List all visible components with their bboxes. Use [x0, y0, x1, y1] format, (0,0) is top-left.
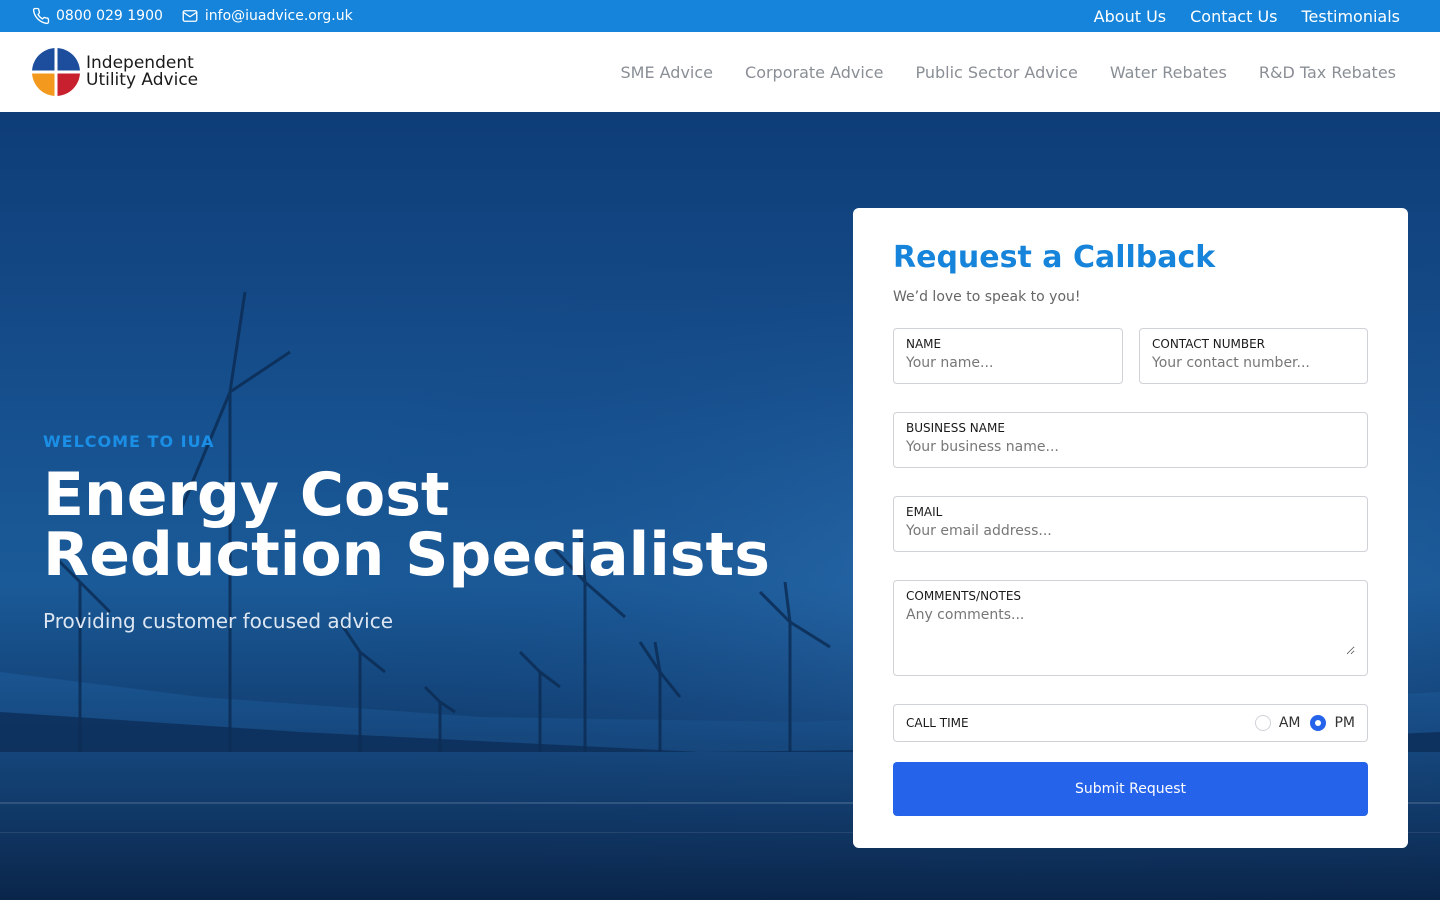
email-address: info@iuadvice.org.uk — [204, 8, 353, 24]
phone-number: 0800 029 1900 — [56, 8, 163, 24]
am-label: AM — [1278, 715, 1301, 731]
contact-number-label: CONTACT NUMBER — [1152, 337, 1265, 351]
call-time-am-option[interactable]: AM — [1254, 715, 1301, 731]
nav-rd-tax-rebates[interactable]: R&D Tax Rebates — [1259, 63, 1396, 82]
hero-subtitle: Providing customer focused advice — [43, 609, 394, 633]
email-label: EMAIL — [906, 505, 943, 519]
business-name-input[interactable] — [906, 439, 1355, 455]
hero-text: WELCOME TO IUA Energy Cost Reduction Spe… — [43, 432, 803, 633]
site-logo[interactable]: Independent Utility Advice — [32, 48, 198, 96]
callback-form-card: Request a Callback We’d love to speak to… — [853, 208, 1408, 848]
name-input[interactable] — [906, 355, 1110, 371]
logo-line-2: Utility Advice — [86, 70, 199, 90]
form-subtitle: We’d love to speak to you! — [893, 289, 1081, 305]
nav-water-rebates[interactable]: Water Rebates — [1110, 63, 1227, 82]
phone-icon — [32, 7, 50, 25]
comments-field[interactable]: COMMENTS/NOTES — [893, 580, 1368, 676]
nav-corporate-advice[interactable]: Corporate Advice — [745, 63, 883, 82]
phone-link[interactable]: 0800 029 1900 — [32, 7, 163, 25]
business-name-field[interactable]: BUSINESS NAME — [893, 412, 1368, 468]
comments-textarea[interactable] — [906, 607, 1355, 655]
call-time-label: CALL TIME — [906, 716, 969, 730]
top-links: About Us Contact Us Testimonials — [1094, 0, 1400, 32]
hero-title-line-2: Reduction Specialists — [43, 520, 770, 590]
nav-public-sector-advice[interactable]: Public Sector Advice — [915, 63, 1077, 82]
pm-radio[interactable] — [1310, 715, 1327, 731]
submit-request-button[interactable]: Submit Request — [893, 762, 1368, 816]
logo-icon — [32, 48, 80, 96]
name-field[interactable]: NAME — [893, 328, 1123, 384]
comments-label: COMMENTS/NOTES — [906, 589, 1022, 603]
nav-sme-advice[interactable]: SME Advice — [620, 63, 713, 82]
site-header: Independent Utility Advice SME Advice Co… — [0, 32, 1440, 112]
pm-label: PM — [1334, 715, 1355, 731]
name-label: NAME — [906, 337, 942, 351]
contact-number-input[interactable] — [1152, 355, 1355, 371]
main-nav: SME Advice Corporate Advice Public Secto… — [620, 32, 1396, 112]
email-link[interactable]: info@iuadvice.org.uk — [181, 7, 353, 25]
business-name-label: BUSINESS NAME — [906, 421, 1005, 435]
contact-info: 0800 029 1900 info@iuadvice.org.uk — [32, 0, 353, 32]
mail-icon — [182, 10, 198, 22]
am-radio[interactable] — [1254, 715, 1271, 731]
email-input[interactable] — [906, 523, 1355, 539]
top-link-about-us[interactable]: About Us — [1094, 7, 1166, 26]
email-field[interactable]: EMAIL — [893, 496, 1368, 552]
call-time-field: CALL TIME AM PM — [893, 704, 1368, 742]
form-title: Request a Callback — [893, 240, 1216, 275]
hero-title: Energy Cost Reduction Specialists — [43, 465, 803, 585]
top-bar: 0800 029 1900 info@iuadvice.org.uk About… — [0, 0, 1440, 32]
logo-text: Independent Utility Advice — [86, 55, 198, 89]
call-time-pm-option[interactable]: PM — [1310, 715, 1355, 731]
top-link-testimonials[interactable]: Testimonials — [1302, 7, 1401, 26]
top-link-contact-us[interactable]: Contact Us — [1190, 7, 1277, 26]
contact-number-field[interactable]: CONTACT NUMBER — [1139, 328, 1368, 384]
hero-eyebrow: WELCOME TO IUA — [43, 432, 215, 451]
